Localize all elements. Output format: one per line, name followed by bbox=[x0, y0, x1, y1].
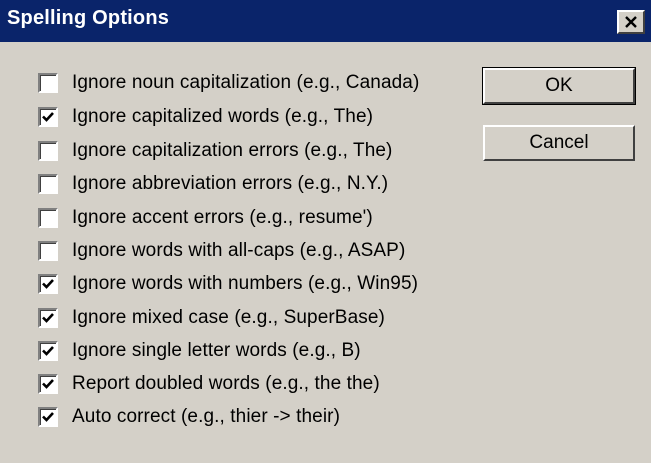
option-ignore-capitalized-words[interactable]: Ignore capitalized words (e.g., The) bbox=[38, 104, 373, 130]
option-ignore-accent-errors[interactable]: Ignore accent errors (e.g., resume') bbox=[38, 205, 373, 231]
option-ignore-noun-capitalization[interactable]: Ignore noun capitalization (e.g., Canada… bbox=[38, 70, 419, 96]
close-button[interactable] bbox=[617, 10, 645, 34]
option-label: Ignore accent errors (e.g., resume') bbox=[72, 207, 373, 228]
checkmark-icon bbox=[42, 279, 54, 289]
option-label: Ignore abbreviation errors (e.g., N.Y.) bbox=[72, 173, 389, 194]
close-icon bbox=[625, 16, 637, 28]
option-label: Ignore words with numbers (e.g., Win95) bbox=[72, 273, 419, 294]
option-label: Auto correct (e.g., thier -> their) bbox=[72, 406, 341, 427]
title-bar[interactable]: Spelling Options bbox=[0, 0, 651, 42]
option-label: Ignore words with all-caps (e.g., ASAP) bbox=[72, 240, 406, 261]
ok-button[interactable]: OK bbox=[482, 67, 636, 105]
option-label: Ignore capitalized words (e.g., The) bbox=[72, 106, 374, 127]
option-ignore-capitalization-errors[interactable]: Ignore capitalization errors (e.g., The) bbox=[38, 138, 392, 164]
checkbox[interactable] bbox=[38, 341, 58, 361]
option-ignore-all-caps[interactable]: Ignore words with all-caps (e.g., ASAP) bbox=[38, 238, 405, 264]
checkbox[interactable] bbox=[38, 241, 58, 261]
option-auto-correct[interactable]: Auto correct (e.g., thier -> their) bbox=[38, 404, 340, 430]
option-label: Ignore mixed case (e.g., SuperBase) bbox=[72, 307, 385, 328]
checkmark-icon bbox=[42, 412, 54, 422]
checkbox[interactable] bbox=[38, 407, 58, 427]
window-title: Spelling Options bbox=[7, 7, 170, 29]
option-ignore-abbreviation-errors[interactable]: Ignore abbreviation errors (e.g., N.Y.) bbox=[38, 171, 388, 197]
checkbox[interactable] bbox=[38, 73, 58, 93]
checkmark-icon bbox=[42, 346, 54, 356]
spelling-options-dialog: Spelling Options Ignore noun capitalizat… bbox=[0, 0, 651, 463]
option-ignore-single-letter-words[interactable]: Ignore single letter words (e.g., B) bbox=[38, 338, 361, 364]
option-report-doubled-words[interactable]: Report doubled words (e.g., the the) bbox=[38, 371, 380, 397]
checkmark-icon bbox=[42, 379, 54, 389]
option-label: Report doubled words (e.g., the the) bbox=[72, 373, 380, 394]
checkbox[interactable] bbox=[38, 308, 58, 328]
checkmark-icon bbox=[42, 112, 54, 122]
checkbox[interactable] bbox=[38, 208, 58, 228]
option-label: Ignore single letter words (e.g., B) bbox=[72, 340, 361, 361]
checkbox[interactable] bbox=[38, 107, 58, 127]
checkbox[interactable] bbox=[38, 174, 58, 194]
option-label: Ignore capitalization errors (e.g., The) bbox=[72, 140, 393, 161]
checkmark-icon bbox=[42, 313, 54, 323]
checkbox[interactable] bbox=[38, 274, 58, 294]
option-ignore-words-with-numbers[interactable]: Ignore words with numbers (e.g., Win95) bbox=[38, 271, 418, 297]
cancel-button[interactable]: Cancel bbox=[483, 125, 635, 161]
option-label: Ignore noun capitalization (e.g., Canada… bbox=[72, 72, 420, 93]
checkbox[interactable] bbox=[38, 141, 58, 161]
option-ignore-mixed-case[interactable]: Ignore mixed case (e.g., SuperBase) bbox=[38, 305, 385, 331]
checkbox[interactable] bbox=[38, 374, 58, 394]
